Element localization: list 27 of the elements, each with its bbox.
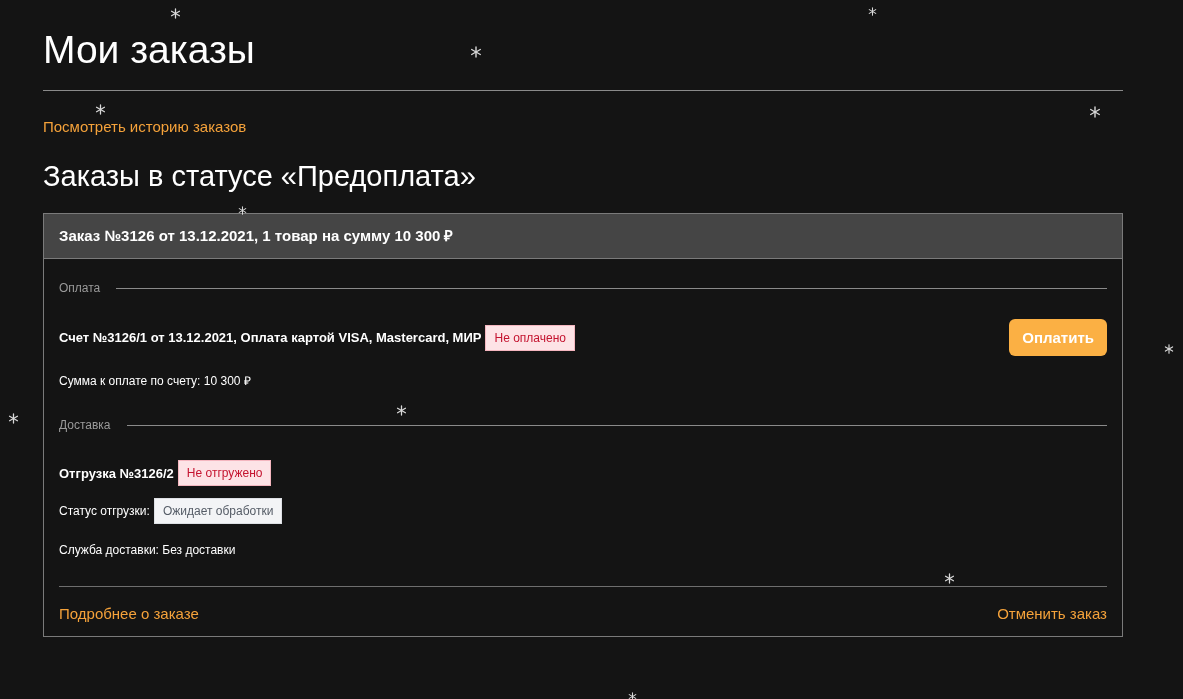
status-label: Статус отгрузки:	[59, 504, 150, 518]
snowflake-icon	[628, 692, 637, 699]
page-title: Мои заказы	[43, 24, 1123, 91]
snowflake-icon	[170, 8, 181, 19]
snowflake-icon	[1089, 106, 1101, 118]
amount-text: Сумма к оплате по счету: 10 300 ₽	[59, 372, 251, 389]
payment-status-badge: Не оплачено	[485, 324, 575, 351]
order-header: Заказ №3126 от 13.12.2021, 1 товар на сумму 10 300 ₽	[44, 214, 1122, 259]
snowflake-icon	[1164, 344, 1174, 354]
snowflake-icon	[8, 413, 19, 424]
section-legend: Доставка	[59, 418, 111, 432]
delivery-service-text: Служба доставки: Без доставки	[59, 543, 236, 557]
snowflake-icon	[868, 7, 877, 16]
section-legend: Оплата	[59, 281, 101, 295]
section-title: Заказы в статусе «Предоплата»	[43, 159, 477, 194]
processing-status-badge: Ожидает обработки	[153, 498, 283, 524]
snowflake-icon	[238, 206, 247, 215]
snowflake-icon	[396, 405, 407, 416]
shipment-title: Отгрузка №3126/2	[59, 465, 174, 481]
cancel-order-link[interactable]: Отменить заказ	[997, 605, 1107, 622]
history-link[interactable]: Посмотреть историю заказов	[43, 118, 247, 135]
snowflake-icon	[944, 573, 955, 584]
snowflake-icon	[470, 46, 482, 58]
shipment-status-badge: Не отгружено	[177, 460, 272, 486]
invoice-title: Счет №3126/1 от 13.12.2021, Оплата картой VISA, Mastercard, МИР	[59, 330, 482, 345]
order-details-link[interactable]: Подробнее о заказе	[59, 605, 199, 622]
snowflake-icon	[95, 104, 106, 115]
